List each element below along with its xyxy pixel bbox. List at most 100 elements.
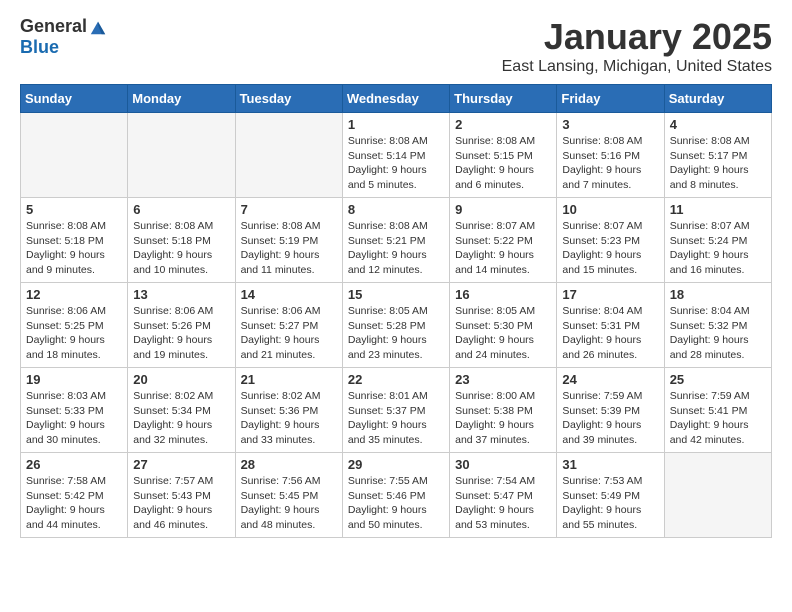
day-detail: Sunrise: 8:08 AMSunset: 5:15 PMDaylight:… (455, 134, 551, 193)
calendar-cell (235, 113, 342, 198)
day-detail: Sunrise: 8:08 AMSunset: 5:19 PMDaylight:… (241, 219, 337, 278)
day-number: 4 (670, 117, 766, 132)
day-number: 2 (455, 117, 551, 132)
calendar-week-row: 12Sunrise: 8:06 AMSunset: 5:25 PMDayligh… (21, 283, 772, 368)
calendar-cell (664, 453, 771, 538)
calendar-cell: 25 Sunrise: 7:59 AMSunset: 5:41 PMDayligh… (664, 368, 771, 453)
calendar-cell: 1Sunrise: 8:08 AMSunset: 5:14 PMDaylight… (342, 113, 449, 198)
day-detail: Sunrise: 8:06 AMSunset: 5:26 PMDaylight:… (133, 304, 229, 363)
weekday-header: Saturday (664, 85, 771, 113)
calendar-week-row: 1Sunrise: 8:08 AMSunset: 5:14 PMDaylight… (21, 113, 772, 198)
day-number: 15 (348, 287, 444, 302)
logo-blue-text: Blue (20, 37, 59, 58)
day-detail: Sunrise: 7:53 AMSunset: 5:49 PMDaylight:… (562, 474, 658, 533)
day-number: 17 (562, 287, 658, 302)
day-number: 8 (348, 202, 444, 217)
day-detail: Sunrise: 8:05 AMSunset: 5:30 PMDaylight:… (455, 304, 551, 363)
day-number: 21 (241, 372, 337, 387)
calendar-cell: 8 Sunrise: 8:08 AMSunset: 5:21 PMDaylight… (342, 198, 449, 283)
day-number: 30 (455, 457, 551, 472)
logo-icon (89, 18, 107, 36)
title-section: January 2025 East Lansing, Michigan, Uni… (502, 16, 772, 76)
calendar-week-row: 5 Sunrise: 8:08 AMSunset: 5:18 PMDaylight… (21, 198, 772, 283)
calendar-cell: 15 Sunrise: 8:05 AMSunset: 5:28 PMDayligh… (342, 283, 449, 368)
day-detail: Sunrise: 8:08 AMSunset: 5:21 PMDaylight:… (348, 219, 444, 278)
calendar-cell: 17 Sunrise: 8:04 AMSunset: 5:31 PMDayligh… (557, 283, 664, 368)
calendar-cell: 28 Sunrise: 7:56 AMSunset: 5:45 PMDayligh… (235, 453, 342, 538)
day-detail: Sunrise: 7:59 AMSunset: 5:41 PMDaylight:… (670, 389, 766, 448)
day-detail: Sunrise: 7:59 AMSunset: 5:39 PMDaylight:… (562, 389, 658, 448)
calendar-cell (21, 113, 128, 198)
calendar-week-row: 19 Sunrise: 8:03 AMSunset: 5:33 PMDayligh… (21, 368, 772, 453)
calendar-cell: 5 Sunrise: 8:08 AMSunset: 5:18 PMDaylight… (21, 198, 128, 283)
month-title: January 2025 (502, 16, 772, 58)
day-detail: Sunrise: 8:08 AMSunset: 5:17 PMDaylight:… (670, 134, 766, 193)
day-number: 1 (348, 117, 444, 132)
weekday-header: Sunday (21, 85, 128, 113)
day-number: 29 (348, 457, 444, 472)
calendar-cell: 18 Sunrise: 8:04 AMSunset: 5:32 PMDayligh… (664, 283, 771, 368)
day-detail: Sunrise: 8:04 AMSunset: 5:31 PMDaylight:… (562, 304, 658, 363)
day-detail: Sunrise: 8:01 AMSunset: 5:37 PMDaylight:… (348, 389, 444, 448)
day-detail: Sunrise: 8:08 AMSunset: 5:16 PMDaylight:… (562, 134, 658, 193)
calendar-cell: 7 Sunrise: 8:08 AMSunset: 5:19 PMDaylight… (235, 198, 342, 283)
calendar-table: SundayMondayTuesdayWednesdayThursdayFrid… (20, 84, 772, 538)
calendar-cell: 27 Sunrise: 7:57 AMSunset: 5:43 PMDayligh… (128, 453, 235, 538)
day-number: 26 (26, 457, 122, 472)
weekday-header: Wednesday (342, 85, 449, 113)
page-header: General Blue January 2025 East Lansing, … (0, 0, 792, 84)
day-number: 27 (133, 457, 229, 472)
day-number: 25 (670, 372, 766, 387)
day-detail: Sunrise: 8:03 AMSunset: 5:33 PMDaylight:… (26, 389, 122, 448)
calendar-cell: 21 Sunrise: 8:02 AMSunset: 5:36 PMDayligh… (235, 368, 342, 453)
day-detail: Sunrise: 7:58 AMSunset: 5:42 PMDaylight:… (26, 474, 122, 533)
day-number: 11 (670, 202, 766, 217)
calendar-cell: 6Sunrise: 8:08 AMSunset: 5:18 PMDaylight… (128, 198, 235, 283)
weekday-header: Monday (128, 85, 235, 113)
day-detail: Sunrise: 7:54 AMSunset: 5:47 PMDaylight:… (455, 474, 551, 533)
day-number: 5 (26, 202, 122, 217)
calendar-cell: 3 Sunrise: 8:08 AMSunset: 5:16 PMDaylight… (557, 113, 664, 198)
calendar-cell: 14Sunrise: 8:06 AMSunset: 5:27 PMDayligh… (235, 283, 342, 368)
day-detail: Sunrise: 8:07 AMSunset: 5:24 PMDaylight:… (670, 219, 766, 278)
weekday-header-row: SundayMondayTuesdayWednesdayThursdayFrid… (21, 85, 772, 113)
day-number: 16 (455, 287, 551, 302)
calendar-week-row: 26 Sunrise: 7:58 AMSunset: 5:42 PMDayligh… (21, 453, 772, 538)
day-number: 10 (562, 202, 658, 217)
calendar-cell: 29 Sunrise: 7:55 AMSunset: 5:46 PMDayligh… (342, 453, 449, 538)
calendar-cell: 12Sunrise: 8:06 AMSunset: 5:25 PMDayligh… (21, 283, 128, 368)
calendar-cell (128, 113, 235, 198)
day-detail: Sunrise: 8:07 AMSunset: 5:22 PMDaylight:… (455, 219, 551, 278)
day-detail: Sunrise: 8:08 AMSunset: 5:18 PMDaylight:… (26, 219, 122, 278)
calendar-cell: 9 Sunrise: 8:07 AMSunset: 5:22 PMDaylight… (450, 198, 557, 283)
day-number: 14 (241, 287, 337, 302)
day-detail: Sunrise: 8:02 AMSunset: 5:36 PMDaylight:… (241, 389, 337, 448)
calendar-cell: 22 Sunrise: 8:01 AMSunset: 5:37 PMDayligh… (342, 368, 449, 453)
day-detail: Sunrise: 7:57 AMSunset: 5:43 PMDaylight:… (133, 474, 229, 533)
day-number: 13 (133, 287, 229, 302)
calendar-cell: 31Sunrise: 7:53 AMSunset: 5:49 PMDayligh… (557, 453, 664, 538)
day-number: 3 (562, 117, 658, 132)
calendar-cell: 4 Sunrise: 8:08 AMSunset: 5:17 PMDaylight… (664, 113, 771, 198)
calendar-cell: 13 Sunrise: 8:06 AMSunset: 5:26 PMDayligh… (128, 283, 235, 368)
day-detail: Sunrise: 7:55 AMSunset: 5:46 PMDaylight:… (348, 474, 444, 533)
day-number: 18 (670, 287, 766, 302)
calendar-cell: 10 Sunrise: 8:07 AMSunset: 5:23 PMDayligh… (557, 198, 664, 283)
day-number: 19 (26, 372, 122, 387)
day-detail: Sunrise: 8:05 AMSunset: 5:28 PMDaylight:… (348, 304, 444, 363)
day-detail: Sunrise: 8:07 AMSunset: 5:23 PMDaylight:… (562, 219, 658, 278)
day-detail: Sunrise: 8:02 AMSunset: 5:34 PMDaylight:… (133, 389, 229, 448)
logo: General Blue (20, 16, 107, 58)
calendar-cell: 23Sunrise: 8:00 AMSunset: 5:38 PMDayligh… (450, 368, 557, 453)
calendar-cell: 2 Sunrise: 8:08 AMSunset: 5:15 PMDaylight… (450, 113, 557, 198)
day-number: 9 (455, 202, 551, 217)
day-number: 7 (241, 202, 337, 217)
day-number: 22 (348, 372, 444, 387)
day-detail: Sunrise: 7:56 AMSunset: 5:45 PMDaylight:… (241, 474, 337, 533)
day-detail: Sunrise: 8:04 AMSunset: 5:32 PMDaylight:… (670, 304, 766, 363)
day-number: 20 (133, 372, 229, 387)
weekday-header: Tuesday (235, 85, 342, 113)
calendar-cell: 16 Sunrise: 8:05 AMSunset: 5:30 PMDayligh… (450, 283, 557, 368)
day-number: 28 (241, 457, 337, 472)
calendar-cell: 26 Sunrise: 7:58 AMSunset: 5:42 PMDayligh… (21, 453, 128, 538)
